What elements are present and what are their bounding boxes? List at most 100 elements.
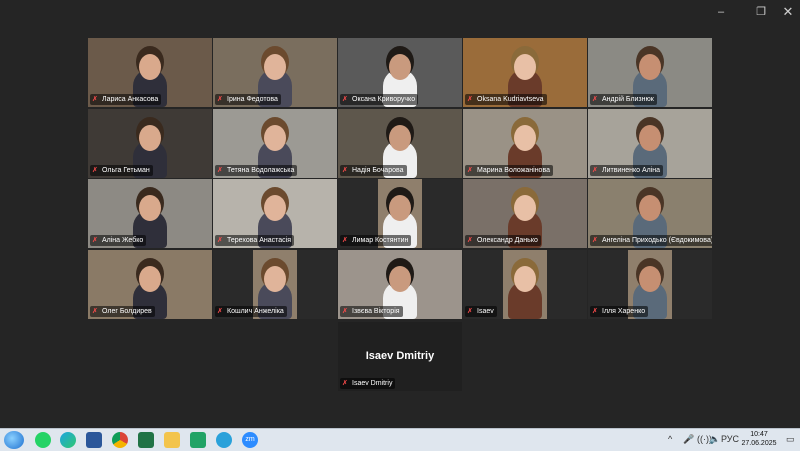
participant-name-label: ✗ Терехова Анастасія <box>215 235 294 246</box>
explorer-icon[interactable] <box>164 432 180 448</box>
participant-name: Ангеліна Приходько (Євдокимова) <box>602 237 712 244</box>
participant-tile[interactable]: ✗ Аліна Жебко <box>88 179 212 248</box>
participant-tile[interactable]: ✗ Марина Воложанінова <box>463 109 587 178</box>
participant-tile[interactable]: ✗ Оксана Криворучко <box>338 38 462 107</box>
title-bar: – ❐ ✕ <box>0 0 800 24</box>
muted-mic-icon: ✗ <box>217 167 223 174</box>
participant-tile[interactable]: ✗ Тетяна Водолажська <box>213 109 337 178</box>
participant-name: Надія Бочарова <box>352 167 404 174</box>
participant-name: Олександр Данько <box>477 237 538 244</box>
participant-tile[interactable]: ✗ Литвиненко Аліна <box>588 109 712 178</box>
participant-tile[interactable]: ✗ Кошлич Анжеліка <box>213 250 337 319</box>
chrome-icon[interactable] <box>112 432 128 448</box>
participant-name: Аліна Жебко <box>102 237 144 244</box>
clock[interactable]: 10:47 27.06.2025 <box>735 430 783 448</box>
participant-name: Isaev Dmitriy <box>352 380 393 387</box>
participant-name-label: ✗ Литвиненко Аліна <box>590 165 664 176</box>
participant-name: Марина Воложанінова <box>477 167 550 174</box>
participant-name-label: ✗ Лимар Костянтин <box>340 235 412 246</box>
muted-mic-icon: ✗ <box>92 237 98 244</box>
participant-name: Олег Болдирев <box>102 308 152 315</box>
muted-mic-icon: ✗ <box>342 380 348 387</box>
participant-tile[interactable]: ✗ Лимар Костянтин <box>338 179 462 248</box>
teams-icon[interactable] <box>190 432 206 448</box>
muted-mic-icon: ✗ <box>217 96 223 103</box>
zoom-icon[interactable]: zm <box>242 432 258 448</box>
participant-name-label: ✗ Олександр Данько <box>465 235 541 246</box>
muted-mic-icon: ✗ <box>592 167 598 174</box>
participant-name-label: ✗ Isaev Dmitriy <box>340 378 396 389</box>
participant-name: Oksana Kudriavtseva <box>477 96 544 103</box>
participant-name-label: ✗ Марина Воложанінова <box>465 165 553 176</box>
participant-face <box>514 195 536 221</box>
participant-face <box>639 266 661 292</box>
participant-tile[interactable]: ✗ Ангеліна Приходько (Євдокимова) <box>588 179 712 248</box>
participant-face <box>639 54 661 80</box>
participant-face <box>264 195 286 221</box>
participant-name-label: ✗ Олег Болдирев <box>90 306 155 317</box>
participant-tile[interactable]: ✗ Ольга Гетьман <box>88 109 212 178</box>
participant-face <box>514 54 536 80</box>
volume-icon[interactable]: 🔈 <box>709 434 720 445</box>
participant-name: Литвиненко Аліна <box>602 167 661 174</box>
participant-name-label: ✗ Тетяна Водолажська <box>215 165 298 176</box>
participant-face <box>139 195 161 221</box>
excel-icon[interactable] <box>138 432 154 448</box>
participant-tile[interactable]: ✗ Андрій Близнюк <box>588 38 712 107</box>
muted-mic-icon: ✗ <box>217 308 223 315</box>
participant-name-label: ✗ Ізвєва Вікторія <box>340 306 403 317</box>
participant-face <box>639 195 661 221</box>
minimize-button[interactable]: – <box>705 0 737 24</box>
participant-name-label: ✗ Ангеліна Приходько (Євдокимова) <box>590 235 712 246</box>
muted-mic-icon: ✗ <box>217 237 223 244</box>
participant-name: Лимар Костянтин <box>352 237 409 244</box>
whatsapp-icon[interactable] <box>35 432 51 448</box>
participant-face <box>514 125 536 151</box>
participant-name: Ізвєва Вікторія <box>352 308 400 315</box>
participant-face <box>389 266 411 292</box>
participant-tile[interactable]: ✗ Терехова Анастасія <box>213 179 337 248</box>
participant-tile[interactable]: ✗ Oksana Kudriavtseva <box>463 38 587 107</box>
participant-tile[interactable]: ✗ Ірина Федотова <box>213 38 337 107</box>
participant-tile-video-off[interactable]: Isaev Dmitriy ✗ Isaev Dmitriy <box>338 322 462 391</box>
clock-date: 27.06.2025 <box>741 440 777 447</box>
muted-mic-icon: ✗ <box>592 308 598 315</box>
participant-name: Тетяна Водолажська <box>227 167 295 174</box>
participant-name: Кошлич Анжеліка <box>227 308 284 315</box>
participant-tile[interactable]: ✗ Олег Болдирев <box>88 250 212 319</box>
participant-face <box>514 266 536 292</box>
notifications-icon[interactable]: ▭ <box>786 434 795 445</box>
participant-face <box>139 125 161 151</box>
word-icon[interactable] <box>86 432 102 448</box>
participant-face <box>264 54 286 80</box>
muted-mic-icon: ✗ <box>342 237 348 244</box>
tray-chevron-icon[interactable]: ^ <box>668 434 672 444</box>
participant-name-label: ✗ Ірина Федотова <box>215 94 281 105</box>
muted-mic-icon: ✗ <box>342 96 348 103</box>
participant-face <box>389 195 411 221</box>
participant-name: Ілля Харенко <box>602 308 646 315</box>
participant-name-label: ✗ Надія Бочарова <box>340 165 407 176</box>
participant-face <box>139 266 161 292</box>
muted-mic-icon: ✗ <box>467 167 473 174</box>
muted-mic-icon: ✗ <box>92 167 98 174</box>
clock-time: 10:47 <box>750 431 768 438</box>
start-button[interactable] <box>4 431 24 449</box>
microphone-icon[interactable]: 🎤 <box>683 434 694 445</box>
muted-mic-icon: ✗ <box>342 167 348 174</box>
muted-mic-icon: ✗ <box>342 308 348 315</box>
telegram-icon[interactable] <box>216 432 232 448</box>
edge-icon[interactable] <box>60 432 76 448</box>
participant-name-label: ✗ Оксана Криворучко <box>340 94 419 105</box>
participant-tile[interactable]: ✗ Олександр Данько <box>463 179 587 248</box>
participant-tile[interactable]: ✗ Ізвєва Вікторія <box>338 250 462 319</box>
participant-name-label: ✗ Oksana Kudriavtseva <box>465 94 547 105</box>
participant-face <box>639 125 661 151</box>
participant-tile[interactable]: ✗ Isaev <box>463 250 587 319</box>
participant-tile[interactable]: ✗ Надія Бочарова <box>338 109 462 178</box>
participant-tile[interactable]: ✗ Ілля Харенко <box>588 250 712 319</box>
participant-tile[interactable]: ✗ Лариса Анкасова <box>88 38 212 107</box>
close-button[interactable]: ✕ <box>772 0 800 24</box>
participant-name: Терехова Анастасія <box>227 237 291 244</box>
participant-face <box>389 125 411 151</box>
